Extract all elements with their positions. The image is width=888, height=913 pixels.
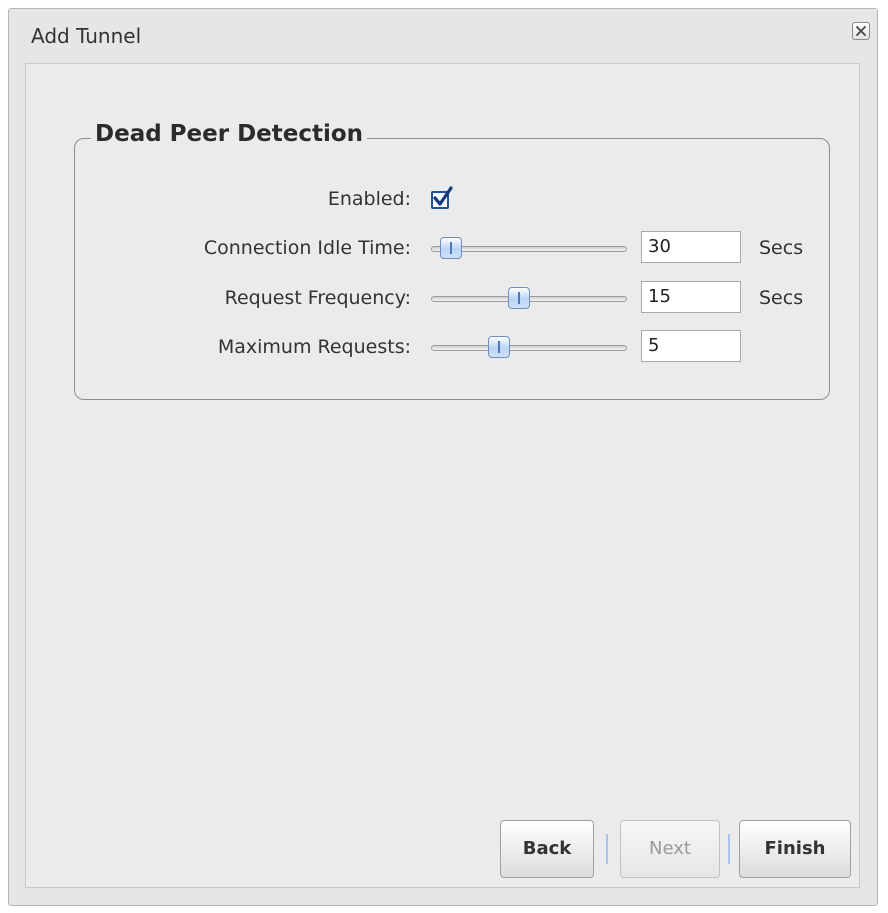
button-separator (606, 834, 608, 864)
connection-idle-time-unit: Secs (759, 237, 804, 259)
request-frequency-input[interactable]: 15 (641, 281, 741, 313)
finish-button[interactable]: Finish (739, 820, 851, 878)
slider-handle[interactable] (488, 336, 511, 358)
dialog-titlebar: Add Tunnel (9, 9, 877, 63)
checkmark-icon (433, 186, 453, 206)
next-button[interactable]: Next (620, 820, 720, 878)
close-button[interactable] (852, 22, 870, 40)
slider-handle[interactable] (439, 237, 462, 259)
back-button[interactable]: Back (500, 820, 594, 878)
enabled-label: Enabled: (327, 188, 411, 210)
connection-idle-time-label: Connection Idle Time: (203, 237, 411, 259)
slider-handle[interactable] (507, 287, 530, 309)
fieldset-legend: Dead Peer Detection (91, 121, 368, 147)
request-frequency-unit: Secs (759, 287, 804, 309)
slider-track (431, 345, 627, 351)
maximum-requests-label: Maximum Requests: (217, 336, 411, 358)
request-frequency-slider[interactable] (431, 287, 627, 309)
dead-peer-detection-fieldset: Dead Peer Detection Enabled: Connection … (74, 121, 830, 400)
close-icon (856, 26, 866, 36)
maximum-requests-input[interactable]: 5 (641, 330, 741, 362)
enabled-checkbox[interactable] (431, 186, 453, 209)
connection-idle-time-input[interactable]: 30 (641, 231, 741, 263)
maximum-requests-slider[interactable] (431, 336, 627, 358)
dialog-title: Add Tunnel (31, 24, 142, 48)
dialog-content: Dead Peer Detection Enabled: Connection … (25, 63, 860, 888)
add-tunnel-dialog: Add Tunnel Dead Peer Detection Enabled: … (8, 8, 878, 906)
connection-idle-time-slider[interactable] (431, 237, 627, 259)
button-separator (728, 834, 730, 864)
request-frequency-label: Request Frequency: (224, 287, 411, 309)
